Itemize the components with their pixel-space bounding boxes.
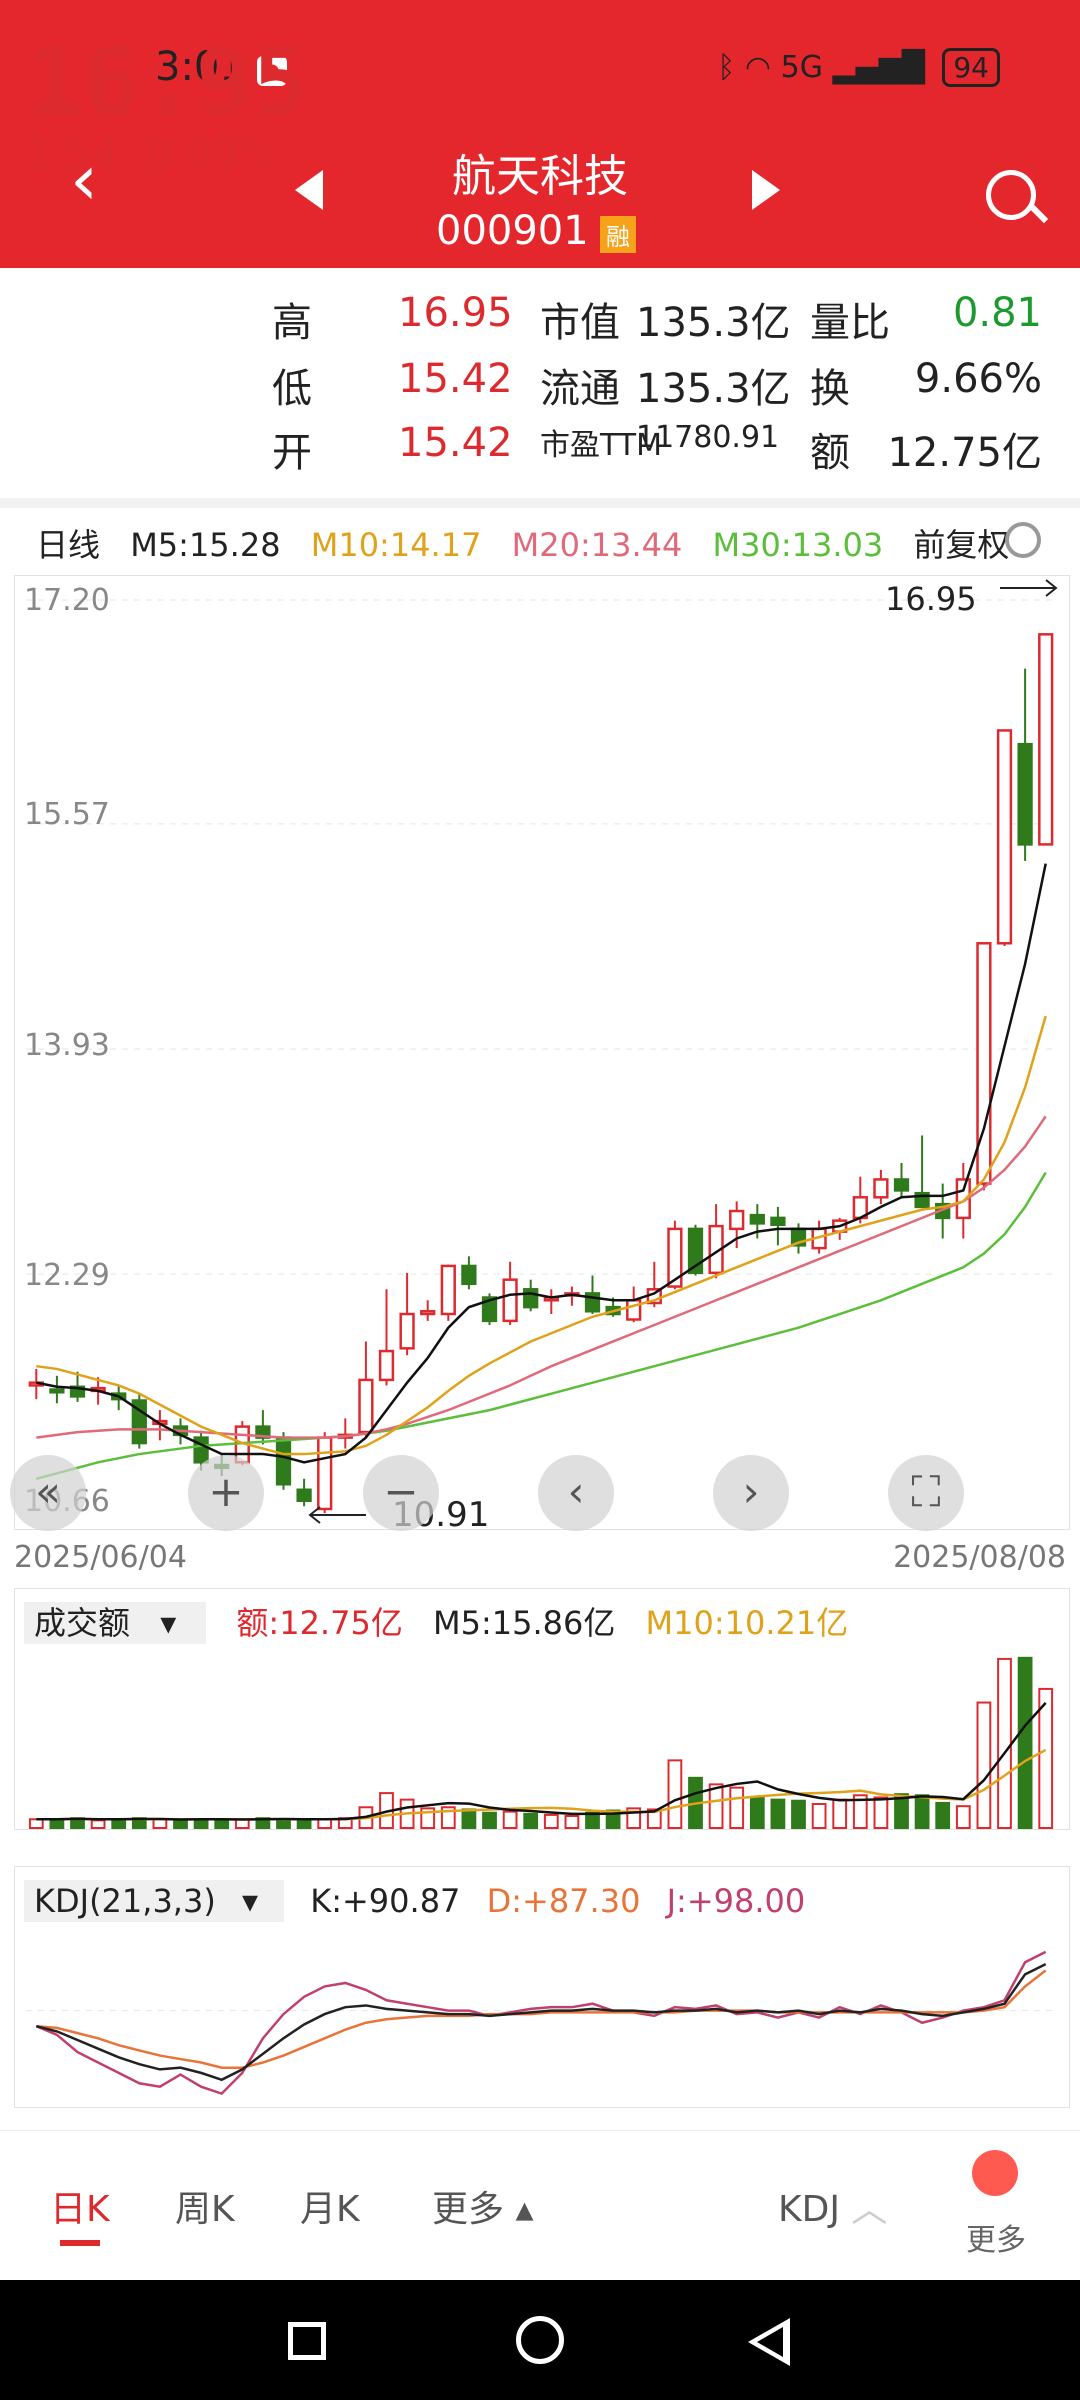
candle-body	[996, 729, 1013, 945]
last-price-marker: 16.95	[885, 580, 977, 618]
chevron-down-icon: ▾	[160, 1604, 177, 1642]
candle-body	[49, 1388, 65, 1394]
candle-body	[749, 1213, 765, 1225]
candle-body	[873, 1178, 889, 1199]
candle-body	[440, 1264, 456, 1316]
more-menu-icon[interactable]	[972, 2150, 1018, 2196]
candle-body	[1017, 742, 1033, 846]
tab-day-k[interactable]: 日K	[50, 2180, 110, 2232]
zoom-in-button[interactable]: +	[188, 1455, 264, 1531]
volume-m10: M10:10.21亿	[645, 1604, 849, 1642]
ma20-line	[36, 1115, 1047, 1439]
chevron-up-icon: ▴	[515, 2189, 534, 2230]
recent-apps-icon[interactable]	[288, 2322, 326, 2360]
scroll-right-button[interactable]: ›	[713, 1455, 789, 1531]
end-date: 2025/08/08	[893, 1540, 1066, 1575]
tab-month-k[interactable]: 月K	[300, 2180, 360, 2232]
candle-body	[626, 1299, 642, 1321]
active-tab-indicator	[60, 2240, 100, 2246]
indicator-selector[interactable]: KDJ(21,3,3) ▾	[24, 1880, 285, 1922]
volume-selector[interactable]: 成交额 ▾	[24, 1602, 207, 1644]
candle-body	[502, 1278, 518, 1323]
candle-body	[275, 1436, 292, 1486]
candle-body	[420, 1310, 436, 1316]
home-icon[interactable]	[516, 2316, 564, 2364]
more-menu-label[interactable]: 更多	[966, 2215, 1026, 2259]
candle-body	[1038, 633, 1054, 846]
candle-body	[893, 1178, 910, 1192]
candle-body	[770, 1216, 786, 1227]
ma10-line	[36, 1015, 1047, 1456]
volume-amount: 额:12.75亿	[236, 1604, 403, 1642]
tab-more[interactable]: 更多 ▴	[432, 2180, 534, 2232]
volume-m5: M5:15.86亿	[433, 1604, 616, 1642]
ma5-line	[36, 863, 1047, 1464]
back-nav-icon[interactable]	[748, 2318, 790, 2366]
bottom-tab-bar	[0, 2130, 1080, 2281]
volume-legend: 成交额 ▾ 额:12.75亿 M5:15.86亿 M10:10.21亿	[24, 1598, 868, 1644]
y-tick-label: 12.29	[24, 1258, 110, 1293]
candle-body	[461, 1264, 477, 1286]
candle-body	[378, 1349, 395, 1382]
fullscreen-button[interactable]: ⛶	[888, 1455, 964, 1531]
candle-body	[729, 1209, 745, 1231]
candle-body	[296, 1488, 312, 1502]
indicator-switch[interactable]: KDJ ︿	[778, 2180, 887, 2232]
start-date: 2025/06/04	[14, 1540, 187, 1575]
scroll-start-button[interactable]: «	[10, 1455, 86, 1531]
candle-body	[358, 1378, 374, 1434]
candle-body	[317, 1436, 333, 1511]
chevron-up-icon: ︿	[851, 2189, 888, 2230]
kdj-j-value: J:+98.00	[666, 1882, 806, 1920]
y-tick-label: 13.93	[24, 1028, 110, 1063]
tab-week-k[interactable]: 周K	[175, 2180, 235, 2232]
kdj-legend: KDJ(21,3,3) ▾ K:+90.87 D:+87.30 J:+98.00	[24, 1880, 821, 1922]
kdj-d-value: D:+87.30	[486, 1882, 641, 1920]
zoom-out-button[interactable]: −	[363, 1455, 439, 1531]
candle-body	[523, 1288, 539, 1309]
scroll-left-button[interactable]: ‹	[538, 1455, 614, 1531]
chevron-down-icon: ▾	[241, 1882, 259, 1920]
candle-body	[976, 942, 992, 1185]
y-tick-label: 15.57	[24, 797, 110, 832]
candle-body	[399, 1312, 415, 1350]
kdj-k-value: K:+90.87	[310, 1882, 461, 1920]
y-tick-label: 17.20	[24, 583, 110, 618]
